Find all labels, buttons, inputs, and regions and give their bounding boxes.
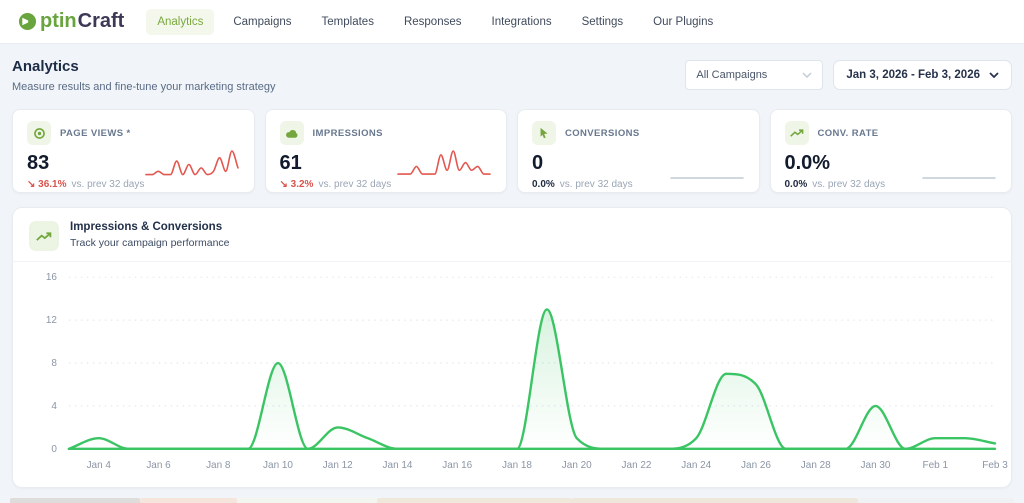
stat-label: CONVERSIONS — [565, 128, 640, 139]
svg-text:Jan 24: Jan 24 — [681, 460, 711, 471]
stat-delta: 0.0% — [532, 179, 555, 190]
page-subtitle: Measure results and fine-tune your marke… — [12, 81, 276, 93]
svg-text:Feb 3: Feb 3 — [982, 460, 1008, 471]
stat-compare: vs. prev 32 days — [812, 179, 885, 190]
svg-text:Jan 6: Jan 6 — [146, 460, 171, 471]
stat-card-conversions: CONVERSIONS 0 0.0% vs. prev 32 days — [517, 109, 760, 193]
nav-item-analytics[interactable]: Analytics — [146, 9, 214, 35]
sparkline — [396, 145, 492, 183]
eye-icon — [27, 121, 51, 145]
stat-label: PAGE VIEWS * — [60, 128, 131, 139]
below-fold-fragment — [237, 498, 377, 503]
main-nav: Analytics Campaigns Templates Responses … — [146, 9, 724, 35]
date-range-picker[interactable]: Jan 3, 2026 - Feb 3, 2026 — [833, 60, 1012, 90]
stat-label: CONV. RATE — [818, 128, 879, 139]
chevron-down-icon — [989, 72, 999, 78]
nav-item-templates[interactable]: Templates — [311, 9, 385, 35]
svg-text:Jan 20: Jan 20 — [562, 460, 592, 471]
brand-logo-icon — [18, 12, 37, 31]
stat-label: IMPRESSIONS — [313, 128, 383, 139]
svg-text:Jan 22: Jan 22 — [622, 460, 652, 471]
brand-name-suffix: Craft — [78, 10, 125, 33]
chart-header: Impressions & Conversions Track your cam… — [13, 208, 1011, 262]
stat-card-impressions: IMPRESSIONS 61 ↘ 3.2% vs. prev 32 days — [265, 109, 508, 193]
below-fold-fragment — [377, 498, 572, 503]
nav-item-settings[interactable]: Settings — [571, 9, 635, 35]
nav-item-integrations[interactable]: Integrations — [481, 9, 563, 35]
nav-item-campaigns[interactable]: Campaigns — [222, 9, 302, 35]
brand-name-prefix: ptin — [40, 10, 77, 33]
stat-compare: vs. prev 32 days — [72, 179, 145, 190]
below-fold-fragment — [858, 498, 1014, 503]
svg-text:Jan 12: Jan 12 — [323, 460, 353, 471]
campaign-performance-card: Impressions & Conversions Track your cam… — [12, 207, 1012, 488]
chart-subtitle: Track your campaign performance — [70, 237, 230, 249]
chevron-down-icon — [802, 72, 812, 78]
sparkline — [669, 145, 745, 183]
sparkline — [144, 145, 240, 183]
top-navigation-bar: ptin Craft Analytics Campaigns Templates… — [0, 0, 1024, 44]
sparkline — [921, 145, 997, 183]
trend-up-icon — [785, 121, 809, 145]
page-header: Analytics Measure results and fine-tune … — [12, 58, 1012, 93]
stat-compare: vs. prev 32 days — [318, 179, 391, 190]
chart-title: Impressions & Conversions — [70, 221, 230, 233]
svg-text:Jan 14: Jan 14 — [383, 460, 413, 471]
nav-item-our-plugins[interactable]: Our Plugins — [642, 9, 724, 35]
svg-text:Jan 16: Jan 16 — [442, 460, 472, 471]
svg-text:4: 4 — [51, 401, 57, 412]
svg-text:Jan 18: Jan 18 — [502, 460, 532, 471]
svg-text:Jan 28: Jan 28 — [801, 460, 831, 471]
svg-text:Feb 1: Feb 1 — [923, 460, 949, 471]
stat-delta: ↘ 3.2% — [280, 179, 314, 190]
brand-logo[interactable]: ptin Craft — [18, 10, 124, 33]
svg-text:8: 8 — [51, 358, 57, 369]
below-fold-fragment — [10, 498, 140, 503]
svg-text:Jan 10: Jan 10 — [263, 460, 293, 471]
svg-text:16: 16 — [46, 272, 58, 283]
stat-card-conv-rate: CONV. RATE 0.0% 0.0% vs. prev 32 days — [770, 109, 1013, 193]
svg-text:0: 0 — [51, 444, 57, 455]
below-fold-fragment — [140, 498, 237, 503]
svg-text:Jan 26: Jan 26 — [741, 460, 771, 471]
page-title: Analytics — [12, 58, 276, 75]
cloud-icon — [280, 121, 304, 145]
svg-text:Jan 4: Jan 4 — [87, 460, 112, 471]
svg-text:Jan 8: Jan 8 — [206, 460, 231, 471]
campaign-select[interactable]: All Campaigns — [685, 60, 823, 90]
campaign-chart-svg: 0 4 8 12 16 Jan 4 Jan 6 Jan 8 Jan 10 Jan 12 Jan 14… — [13, 265, 1011, 477]
campaign-select-value: All Campaigns — [696, 69, 767, 81]
stats-row: PAGE VIEWS * 83 ↘ 36.1% vs. prev 32 days… — [12, 109, 1012, 193]
below-fold-fragment — [572, 498, 858, 503]
stat-card-page-views: PAGE VIEWS * 83 ↘ 36.1% vs. prev 32 days — [12, 109, 255, 193]
trend-up-icon — [29, 221, 59, 251]
svg-text:Jan 30: Jan 30 — [861, 460, 891, 471]
stat-delta: ↘ 36.1% — [27, 179, 67, 190]
stat-compare: vs. prev 32 days — [560, 179, 633, 190]
cursor-icon — [532, 121, 556, 145]
stat-delta: 0.0% — [785, 179, 808, 190]
filter-controls: All Campaigns Jan 3, 2026 - Feb 3, 2026 — [685, 60, 1012, 90]
nav-item-responses[interactable]: Responses — [393, 9, 473, 35]
date-range-value: Jan 3, 2026 - Feb 3, 2026 — [846, 69, 980, 81]
svg-text:12: 12 — [46, 315, 58, 326]
